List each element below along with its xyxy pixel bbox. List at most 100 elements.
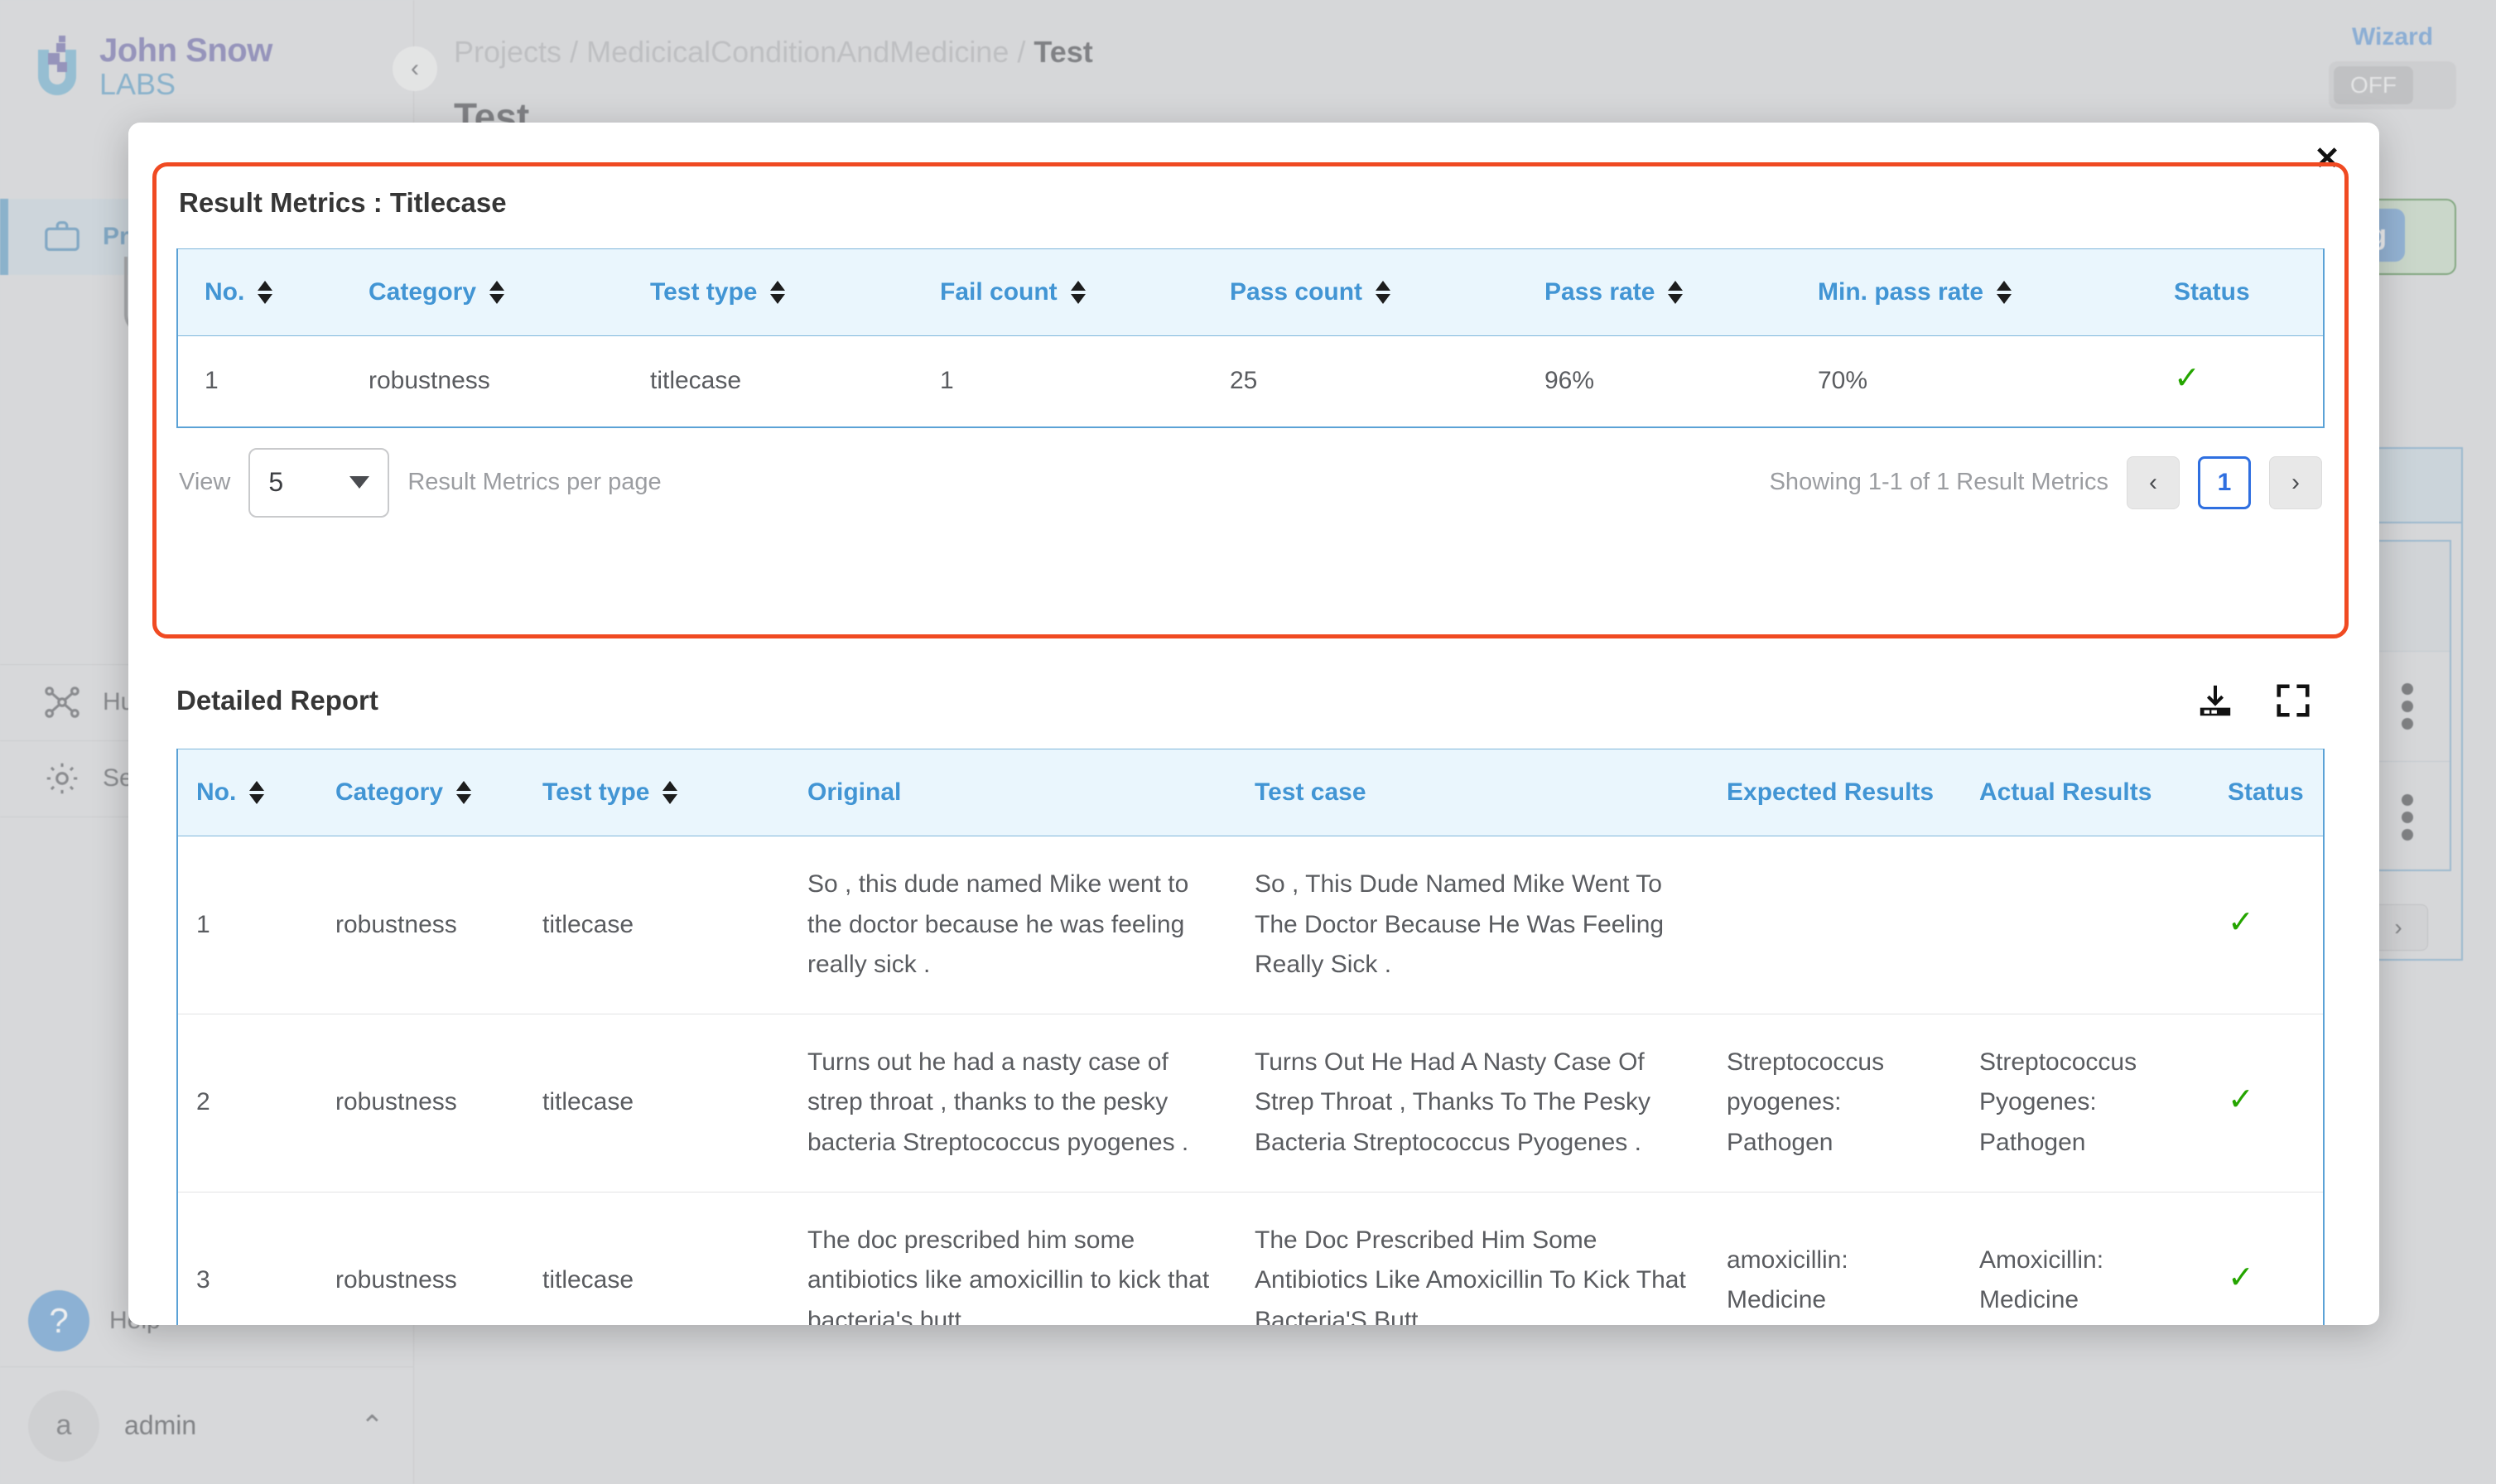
cell-test-case: So , This Dude Named Mike Went To The Do… — [1255, 870, 1665, 979]
page-size-select[interactable]: 5 — [248, 447, 390, 518]
fullscreen-icon[interactable] — [2272, 679, 2315, 722]
next-page-button[interactable]: › — [2269, 455, 2322, 509]
sort-icon[interactable] — [1376, 281, 1391, 304]
sort-icon[interactable] — [249, 781, 265, 804]
sort-icon[interactable] — [770, 281, 786, 304]
per-page-label: Result Metrics per page — [407, 469, 662, 496]
detailed-report-title: Detailed Report — [176, 685, 378, 716]
cell-test-type: titlecase — [650, 367, 742, 394]
cell-category: robustness — [335, 910, 457, 938]
page-size-value: 5 — [268, 467, 284, 498]
table-row[interactable]: 3 robustness titlecase The doc prescribe… — [178, 1192, 2323, 1325]
sort-icon[interactable] — [258, 281, 273, 304]
hub-network-icon — [43, 683, 81, 721]
download-icon[interactable] — [2194, 679, 2237, 722]
column-label: Test case — [1255, 778, 1366, 806]
status-pass-check-icon: ✓ — [2228, 904, 2254, 940]
sidebar-collapse-button[interactable]: ‹ — [393, 46, 437, 91]
user-menu[interactable]: a admin ⌃ — [0, 1366, 414, 1484]
cell-category: robustness — [369, 367, 490, 394]
cell-test-type: titlecase — [542, 910, 634, 938]
status-pass-check-icon: ✓ — [2228, 1082, 2254, 1118]
cell-expected-results: amoxicillin: Medicine — [1727, 1246, 1848, 1314]
briefcase-icon — [43, 218, 81, 256]
column-label: Pass rate — [1544, 278, 1655, 306]
column-header-status: Status — [2174, 248, 2323, 336]
table-row[interactable]: 2 robustness titlecase Turns out he had … — [178, 1014, 2323, 1192]
wizard-control: Wizard OFF — [2329, 23, 2456, 109]
wizard-toggle[interactable]: OFF — [2329, 61, 2456, 109]
sort-icon[interactable] — [663, 781, 678, 804]
cell-test-case: Turns Out He Had A Nasty Case Of Strep T… — [1255, 1048, 1651, 1156]
column-label: Category — [335, 778, 444, 806]
john-snow-labs-logo-icon — [31, 35, 83, 99]
wizard-label: Wizard — [2351, 23, 2434, 51]
cell-no: 2 — [196, 1088, 210, 1116]
table-header-row: No. Category Test type Original Test cas… — [178, 749, 2323, 836]
table-header-row: No. Category Test type Fail count Pass c… — [178, 248, 2323, 336]
cell-fail-count: 1 — [940, 367, 954, 394]
cell-actual-results: Amoxicillin: Medicine — [1979, 1246, 2104, 1314]
breadcrumb: Projects / MedicicalConditionAndMedicine… — [414, 0, 2496, 70]
table-row[interactable]: 1 robustness titlecase So , this dude na… — [178, 836, 2323, 1014]
main-content-background: ‹ Projects / MedicicalConditionAndMedici… — [393, 0, 2496, 961]
breadcrumb-project[interactable]: MedicicalConditionAndMedicine — [586, 35, 1009, 69]
breadcrumb-current: Test — [1034, 35, 1093, 69]
avatar: a — [28, 1390, 99, 1462]
cell-actual-results — [1979, 836, 2228, 1014]
column-header-test-type[interactable]: Test type — [650, 248, 940, 336]
cell-actual-results: Streptococcus Pyogenes: Pathogen — [1979, 1048, 2137, 1156]
result-metrics-table: No. Category Test type Fail count Pass c… — [178, 248, 2323, 428]
test-result-modal: ✕ Result Metrics : Titlecase No. Categor… — [128, 123, 2379, 1325]
cell-min-pass-rate: 70% — [1818, 367, 1868, 394]
cell-expected-results: Streptococcus pyogenes: Pathogen — [1727, 1048, 1885, 1156]
column-header-category[interactable]: Category — [369, 248, 650, 336]
cell-category: robustness — [335, 1088, 457, 1116]
result-metrics-table-container: No. Category Test type Fail count Pass c… — [176, 248, 2325, 428]
sort-icon[interactable] — [1997, 281, 2012, 304]
column-label: Status — [2174, 278, 2250, 306]
column-header-no[interactable]: No. — [178, 749, 335, 836]
breadcrumb-projects[interactable]: Projects — [454, 35, 561, 69]
gear-icon — [43, 759, 81, 797]
wizard-toggle-state: OFF — [2334, 66, 2413, 104]
column-header-min-pass-rate[interactable]: Min. pass rate — [1818, 248, 2174, 336]
column-header-category[interactable]: Category — [335, 749, 542, 836]
column-header-test-type[interactable]: Test type — [542, 749, 807, 836]
column-header-no[interactable]: No. — [178, 248, 369, 336]
sort-icon[interactable] — [489, 281, 505, 304]
column-header-pass-count[interactable]: Pass count — [1230, 248, 1544, 336]
cell-original: So , this dude named Mike went to the do… — [807, 870, 1189, 979]
column-label: Test type — [650, 278, 758, 306]
column-label: Test type — [542, 778, 650, 806]
question-mark-icon: ? — [28, 1290, 89, 1352]
cell-pass-rate: 96% — [1544, 367, 1595, 394]
chevron-up-icon[interactable]: ⌃ — [360, 1409, 384, 1443]
cell-no: 3 — [196, 1266, 210, 1294]
column-label: Status — [2228, 778, 2304, 806]
brand-name-secondary: LABS — [99, 67, 176, 101]
prev-page-button[interactable]: ‹ — [2127, 455, 2180, 509]
cell-no: 1 — [196, 910, 210, 938]
column-label: Actual Results — [1979, 778, 2152, 806]
column-label: Category — [369, 278, 477, 306]
column-header-fail-count[interactable]: Fail count — [940, 248, 1230, 336]
cell-status: ✓ — [2174, 336, 2323, 427]
kebab-menu-icon — [2402, 793, 2413, 841]
result-metrics-section: Result Metrics : Titlecase No. Category — [152, 162, 2349, 518]
column-header-pass-rate[interactable]: Pass rate — [1544, 248, 1818, 336]
column-header-expected-results: Expected Results — [1727, 749, 1979, 836]
page-number-button[interactable]: 1 — [2198, 455, 2251, 509]
column-header-test-case: Test case — [1255, 749, 1727, 836]
column-header-original: Original — [807, 749, 1255, 836]
cell-test-case: The Doc Prescribed Him Some Antibiotics … — [1255, 1226, 1686, 1325]
column-header-status: Status — [2228, 749, 2323, 836]
sort-icon[interactable] — [1070, 281, 1086, 304]
detailed-report-table-container[interactable]: No. Category Test type Original Test cas… — [176, 749, 2325, 1325]
cell-status: ✓ — [2228, 1192, 2323, 1325]
table-row[interactable]: 1 robustness titlecase 1 25 96% 70% ✓ — [178, 336, 2323, 427]
sort-icon[interactable] — [456, 781, 472, 804]
result-metrics-pagination: View 5 Result Metrics per page Showing 1… — [179, 447, 2322, 518]
sort-icon[interactable] — [1668, 281, 1684, 304]
brand-name-primary: John Snow — [99, 32, 272, 69]
